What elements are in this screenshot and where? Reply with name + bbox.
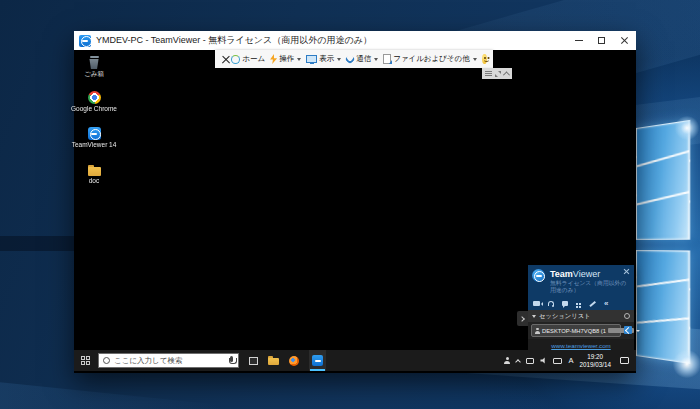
video-icon[interactable] bbox=[533, 301, 540, 306]
session-list-header[interactable]: セッションリスト bbox=[528, 310, 634, 322]
chevron-up-icon bbox=[503, 71, 510, 78]
action-center-icon[interactable] bbox=[620, 357, 629, 364]
list-icon bbox=[485, 71, 492, 76]
window-title: YMDEV-PC - TeamViewer - 無料ライセンス（商用以外の用途の… bbox=[96, 34, 372, 47]
volume-icon[interactable] bbox=[540, 357, 547, 364]
chevron-down-icon bbox=[636, 330, 640, 332]
chevron-down-icon bbox=[473, 58, 477, 61]
recycle-bin-icon bbox=[89, 56, 100, 69]
teamviewer-logo-icon bbox=[532, 269, 545, 282]
search-input[interactable]: ここに入力して検索 bbox=[98, 353, 239, 368]
gear-icon[interactable] bbox=[624, 313, 630, 319]
teamviewer-icon bbox=[88, 127, 101, 140]
logo-glow bbox=[674, 116, 700, 140]
chevron-right-icon bbox=[519, 316, 525, 322]
teamviewer-app-icon bbox=[79, 35, 91, 47]
session-list-section: セッションリスト DESKTOP-MH7VQB8 (1 bbox=[528, 310, 634, 339]
license-text: 無料ライセンス（商用以外の 用途のみ） bbox=[550, 280, 626, 294]
cortana-icon bbox=[103, 357, 110, 364]
triangle-down-icon bbox=[532, 315, 536, 318]
teamviewer-window: YMDEV-PC - TeamViewer - 無料ライセンス（商用以外の用途の… bbox=[74, 31, 636, 373]
panel-toolbar: « bbox=[533, 301, 608, 306]
light-beam bbox=[0, 372, 260, 409]
user-icon bbox=[535, 328, 540, 334]
logo-glow bbox=[672, 350, 700, 378]
remote-taskbar: ここに入力して検索 A 19:20 2019/03/14 bbox=[74, 350, 636, 371]
folder-icon bbox=[88, 165, 101, 176]
actions-icon bbox=[270, 54, 277, 64]
toolbar-files[interactable]: ファイルおよびその他 bbox=[383, 54, 477, 64]
teamviewer-taskbar-button[interactable] bbox=[309, 350, 326, 371]
toolbar-collapse-widget[interactable] bbox=[482, 68, 512, 79]
session-entry[interactable]: DESKTOP-MH7VQB8 (1 bbox=[531, 324, 621, 337]
desktop-icon-recycle-bin[interactable]: ごみ箱 bbox=[74, 56, 114, 79]
desktop-icon-teamviewer[interactable]: TeamViewer 14 bbox=[74, 127, 114, 148]
panel-side-tab[interactable] bbox=[517, 311, 528, 326]
communication-icon bbox=[344, 53, 355, 64]
view-icon bbox=[306, 55, 317, 63]
remote-desktop-view: ホーム 操作 表示 通信 ファイルおよびその他 bbox=[74, 50, 636, 373]
task-view-icon[interactable] bbox=[249, 357, 258, 365]
tray-expand-icon[interactable] bbox=[516, 359, 522, 365]
chevron-down-icon bbox=[374, 58, 378, 61]
toolbar-communication[interactable]: 通信 bbox=[346, 54, 378, 64]
panel-header: TeamViewer 無料ライセンス（商用以外の 用途のみ） « bbox=[528, 265, 634, 310]
mic-icon[interactable] bbox=[228, 356, 235, 365]
chevron-down-icon bbox=[297, 58, 301, 61]
system-tray: A 19:20 2019/03/14 bbox=[504, 353, 629, 368]
remote-session-toolbar: ホーム 操作 表示 通信 ファイルおよびその他 bbox=[215, 50, 493, 68]
desktop-icon-doc[interactable]: doc bbox=[74, 165, 114, 184]
close-session-icon[interactable] bbox=[221, 54, 226, 64]
file-explorer-icon[interactable] bbox=[268, 356, 279, 365]
brand-text: TeamViewer bbox=[550, 269, 600, 279]
keyboard-icon[interactable] bbox=[553, 358, 562, 364]
close-button[interactable] bbox=[613, 31, 636, 50]
window-titlebar: YMDEV-PC - TeamViewer - 無料ライセンス（商用以外の用途の… bbox=[74, 31, 636, 50]
files-icon bbox=[383, 54, 391, 64]
connect-icon[interactable] bbox=[624, 326, 632, 334]
shadow-band bbox=[0, 236, 74, 251]
expand-icon bbox=[495, 71, 501, 77]
chrome-icon bbox=[88, 91, 101, 104]
apps-icon[interactable] bbox=[576, 303, 578, 305]
person-tray-icon[interactable] bbox=[504, 357, 510, 364]
ime-mode[interactable]: A bbox=[568, 356, 573, 365]
browser-icon[interactable] bbox=[289, 356, 299, 366]
toolbar-actions[interactable]: 操作 bbox=[270, 54, 301, 64]
maximize-button[interactable] bbox=[590, 31, 613, 50]
minimize-button[interactable] bbox=[567, 31, 590, 50]
network-icon[interactable] bbox=[526, 358, 534, 364]
audio-icon[interactable] bbox=[548, 301, 554, 306]
chat-icon[interactable] bbox=[562, 301, 568, 306]
windows-logo-pane-bottom bbox=[636, 250, 690, 364]
teamviewer-link[interactable]: www.teamviewer.com bbox=[551, 342, 610, 349]
teamviewer-icon bbox=[312, 355, 323, 366]
start-button[interactable] bbox=[81, 356, 90, 365]
home-icon bbox=[231, 55, 240, 64]
toolbar-view[interactable]: 表示 bbox=[306, 54, 341, 64]
desktop-icon-chrome[interactable]: Google Chrome bbox=[74, 91, 114, 112]
toolbar-home[interactable]: ホーム bbox=[231, 54, 265, 64]
clock[interactable]: 19:20 2019/03/14 bbox=[579, 353, 611, 368]
panel-close-icon[interactable] bbox=[623, 268, 630, 275]
annotate-icon[interactable] bbox=[589, 301, 595, 307]
windows-logo bbox=[636, 120, 690, 366]
teamviewer-panel: TeamViewer 無料ライセンス（商用以外の 用途のみ） « bbox=[528, 265, 634, 351]
feedback-smiley-icon[interactable] bbox=[482, 54, 487, 64]
chevron-down-icon bbox=[337, 58, 341, 61]
collapse-icon[interactable]: « bbox=[604, 301, 608, 306]
